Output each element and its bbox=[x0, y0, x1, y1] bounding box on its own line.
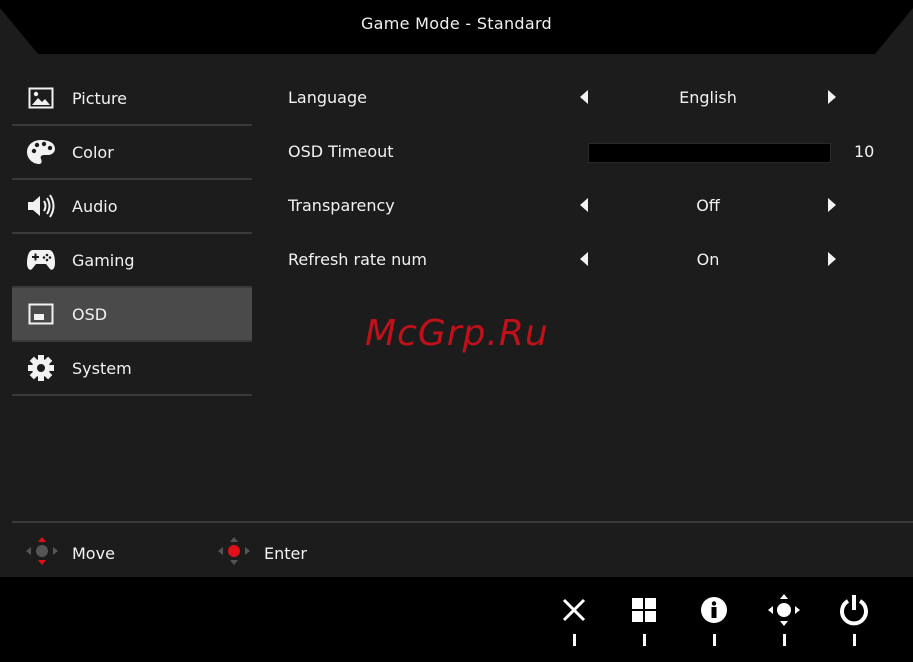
setting-label: OSD Timeout bbox=[288, 142, 394, 161]
arrow-right-icon[interactable] bbox=[828, 198, 836, 212]
setting-language[interactable]: Language English bbox=[288, 84, 888, 114]
hint-move: Move bbox=[24, 536, 115, 570]
sidebar-item-label: Picture bbox=[72, 88, 128, 108]
sidebar-item-label: Audio bbox=[72, 196, 118, 216]
arrow-left-icon[interactable] bbox=[580, 198, 588, 212]
setting-value: On bbox=[696, 250, 720, 269]
button-marker bbox=[712, 634, 716, 646]
info-button[interactable] bbox=[696, 592, 732, 652]
osd-panel: Game Mode - Standard Picture Color Audio… bbox=[0, 0, 913, 577]
sidebar-item-label: Color bbox=[72, 142, 114, 162]
setting-refresh-rate-num[interactable]: Refresh rate num On bbox=[288, 246, 888, 276]
sidebar-item-label: OSD bbox=[72, 304, 108, 324]
menu-button[interactable] bbox=[626, 592, 662, 652]
hint-enter: Enter bbox=[216, 536, 307, 570]
arrow-right-icon[interactable] bbox=[828, 90, 836, 104]
close-icon bbox=[556, 592, 592, 628]
sidebar-item-label: System bbox=[72, 358, 132, 378]
palette-icon bbox=[26, 137, 56, 167]
setting-transparency[interactable]: Transparency Off bbox=[288, 192, 888, 222]
button-marker bbox=[782, 634, 786, 646]
watermark: McGrp.Ru bbox=[365, 313, 549, 354]
picture-icon bbox=[26, 83, 56, 113]
move-joystick-icon bbox=[24, 536, 60, 570]
power-button[interactable] bbox=[836, 592, 872, 652]
setting-label: Language bbox=[288, 88, 367, 107]
osd-timeout-slider[interactable] bbox=[588, 143, 831, 163]
hint-label: Move bbox=[72, 543, 115, 563]
hint-label: Enter bbox=[264, 543, 307, 563]
speaker-icon bbox=[26, 191, 56, 221]
osd-icon bbox=[26, 299, 56, 329]
gear-icon bbox=[26, 353, 56, 383]
sidebar: Picture Color Audio Gaming OSD System bbox=[12, 72, 252, 396]
gamepad-icon bbox=[26, 245, 56, 275]
button-marker bbox=[642, 634, 646, 646]
sidebar-item-color[interactable]: Color bbox=[12, 126, 252, 180]
setting-label: Refresh rate num bbox=[288, 250, 427, 269]
setting-osd-timeout[interactable]: OSD Timeout 10 bbox=[288, 138, 888, 168]
arrow-right-icon[interactable] bbox=[828, 252, 836, 266]
sidebar-item-osd[interactable]: OSD bbox=[12, 288, 252, 342]
sidebar-item-label: Gaming bbox=[72, 250, 135, 270]
footer-divider bbox=[12, 521, 913, 523]
joystick-button[interactable] bbox=[766, 592, 802, 652]
setting-value: 10 bbox=[854, 142, 875, 161]
sidebar-item-audio[interactable]: Audio bbox=[12, 180, 252, 234]
close-button[interactable] bbox=[556, 592, 592, 652]
setting-value: English bbox=[679, 88, 737, 107]
info-icon bbox=[696, 592, 732, 628]
setting-label: Transparency bbox=[288, 196, 395, 215]
button-marker bbox=[852, 634, 856, 646]
arrow-left-icon[interactable] bbox=[580, 252, 588, 266]
power-icon bbox=[836, 592, 872, 628]
joystick-icon bbox=[766, 592, 802, 628]
button-marker bbox=[572, 634, 576, 646]
enter-joystick-icon bbox=[216, 536, 252, 570]
sidebar-item-picture[interactable]: Picture bbox=[12, 72, 252, 126]
sidebar-item-gaming[interactable]: Gaming bbox=[12, 234, 252, 288]
arrow-left-icon[interactable] bbox=[580, 90, 588, 104]
sidebar-item-system[interactable]: System bbox=[12, 342, 252, 396]
grid-icon bbox=[626, 592, 662, 628]
setting-value: Off bbox=[696, 196, 720, 215]
page-title: Game Mode - Standard bbox=[360, 14, 553, 33]
